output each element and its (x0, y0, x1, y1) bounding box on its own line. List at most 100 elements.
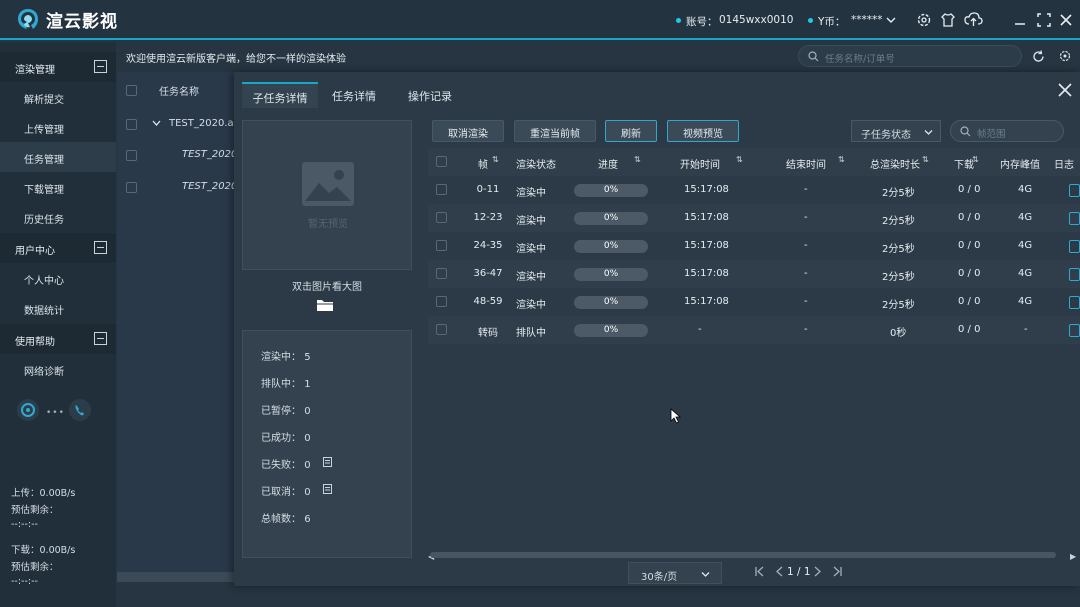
close-window-icon[interactable] (1058, 12, 1074, 28)
row-checkbox[interactable] (436, 212, 447, 223)
video-preview-button[interactable]: 视频预览 (667, 120, 739, 142)
close-dialog-icon[interactable] (1058, 83, 1072, 97)
task-name[interactable]: TEST_2020.ae (169, 118, 240, 129)
row-checkbox[interactable] (436, 184, 447, 195)
page-size-select[interactable]: 30条/页 (628, 562, 722, 584)
stat-rendering: 渲染中： 5 (261, 348, 311, 363)
progress-bar: 0% (574, 212, 648, 225)
sort-icon[interactable]: ⇅ (492, 155, 499, 164)
collapse-toggle-icon[interactable] (94, 241, 107, 254)
sidebar-item-statistics[interactable]: 数据统计 (0, 293, 116, 323)
horizontal-scrollbar[interactable] (430, 552, 1056, 558)
row-checkbox[interactable] (436, 268, 447, 279)
cell-duration: 2分5秒 (882, 216, 915, 227)
upload-speed: 上传：0.00B/s (11, 485, 75, 499)
last-page-icon[interactable] (832, 566, 843, 577)
subtask-checkbox[interactable] (126, 150, 137, 161)
minimize-icon[interactable] (1012, 12, 1028, 28)
sidebar-group-user[interactable]: 用户中心 (0, 233, 116, 263)
sidebar-item-tasks[interactable]: 任务管理 (0, 142, 116, 172)
chevron-down-icon[interactable] (886, 16, 896, 24)
scroll-right-icon[interactable]: ▶ (1070, 552, 1076, 561)
sidebar-item-download[interactable]: 下载管理 (0, 172, 116, 202)
stat-label: 已暂停： (261, 406, 301, 417)
first-page-icon[interactable] (754, 566, 765, 577)
settings-small-icon[interactable] (1059, 50, 1071, 62)
col-end-time[interactable]: 结束时间 (786, 156, 826, 171)
cloud-upload-icon[interactable] (964, 11, 983, 28)
skin-shirt-icon[interactable] (940, 12, 956, 28)
download-label: 下载： (11, 545, 40, 556)
select-all-checkbox[interactable] (126, 85, 137, 96)
settings-gear-icon[interactable] (916, 12, 932, 28)
sidebar-item-upload[interactable]: 上传管理 (0, 112, 116, 142)
phone-icon[interactable] (68, 398, 92, 422)
sidebar-item-history[interactable]: 历史任务 (0, 202, 116, 232)
col-frame[interactable]: 帧 (478, 156, 488, 171)
tab-subtask-detail[interactable]: 子任务详情 (242, 82, 318, 108)
log-icon[interactable] (1069, 268, 1080, 281)
row-checkbox[interactable] (436, 296, 447, 307)
task-checkbox[interactable] (126, 119, 137, 130)
table-row[interactable]: 转码 排队中 0% - - 0秒 0 / 0 - (428, 316, 1080, 344)
sidebar-item-profile[interactable]: 个人中心 (0, 263, 116, 293)
cell-download: 0 / 0 (958, 184, 981, 195)
col-start-time[interactable]: 开始时间 (680, 156, 720, 171)
col-total-duration[interactable]: 总渲染时长 (870, 156, 920, 171)
cell-start-time: - (698, 324, 702, 335)
table-row[interactable]: 48-59 渲染中 0% 15:17:08 - 2分5秒 0 / 0 4G (428, 288, 1080, 316)
select-all-subtasks-checkbox[interactable] (436, 156, 447, 167)
sidebar-item-label: 数据统计 (24, 306, 64, 317)
maximize-icon[interactable] (1036, 12, 1052, 28)
page-size-value: 30条/页 (641, 572, 678, 583)
folder-icon[interactable] (316, 298, 334, 312)
download-remaining-value: --:--:-- (11, 576, 38, 587)
row-checkbox[interactable] (436, 240, 447, 251)
collapse-toggle-icon[interactable] (94, 332, 107, 345)
table-row[interactable]: 36-47 渲染中 0% 15:17:08 - 2分5秒 0 / 0 4G (428, 260, 1080, 288)
stat-label: 已成功： (261, 433, 301, 444)
refresh-button[interactable]: 刷新 (605, 120, 657, 142)
log-icon[interactable] (1069, 296, 1080, 309)
log-icon[interactable] (1069, 240, 1080, 253)
support-headset-icon[interactable] (16, 398, 40, 422)
rerender-frame-button[interactable]: 重渲当前帧 (514, 120, 596, 142)
sidebar-group-render[interactable]: 渲染管理 (0, 52, 116, 82)
refresh-icon[interactable] (1032, 50, 1045, 63)
stat-label: 已取消： (261, 487, 301, 498)
subtask-checkbox[interactable] (126, 182, 137, 193)
cell-status: 渲染中 (516, 272, 546, 283)
sidebar-item-parse-submit[interactable]: 解析提交 (0, 82, 116, 112)
sort-icon[interactable]: ⇅ (838, 155, 845, 164)
sort-icon[interactable]: ⇅ (634, 155, 641, 164)
sidebar-item-network[interactable]: 网络诊断 (0, 354, 116, 384)
log-icon[interactable] (1069, 324, 1080, 337)
tab-operation-log[interactable]: 操作记录 (408, 82, 452, 108)
table-row[interactable]: 12-23 渲染中 0% 15:17:08 - 2分5秒 0 / 0 4G (428, 204, 1080, 232)
log-icon[interactable] (1069, 184, 1080, 197)
download-speed-value: 0.00B/s (39, 545, 76, 556)
sort-icon[interactable]: ⇅ (736, 155, 743, 164)
prev-page-icon[interactable] (775, 566, 784, 577)
task-list-scrollbar[interactable] (117, 572, 237, 582)
sort-icon[interactable]: ⇅ (972, 155, 979, 164)
expand-chevron-icon[interactable] (152, 119, 161, 127)
subtask-status-select[interactable]: 子任务状态 (851, 120, 941, 142)
sort-icon[interactable]: ⇅ (922, 155, 929, 164)
table-row[interactable]: 24-35 渲染中 0% 15:17:08 - 2分5秒 0 / 0 4G (428, 232, 1080, 260)
log-icon[interactable] (1069, 212, 1080, 225)
sidebar-group-help[interactable]: 使用帮助 (0, 324, 116, 354)
subtask-stats-panel: 渲染中： 5 排队中： 1 已暂停： 0 已成功： 0 已失败： 0 已取消： … (242, 330, 412, 558)
tab-task-detail[interactable]: 任务详情 (332, 82, 376, 108)
row-checkbox[interactable] (436, 324, 447, 335)
collapse-toggle-icon[interactable] (94, 60, 107, 73)
document-icon[interactable] (323, 484, 332, 494)
preview-panel[interactable]: 暂无预览 (242, 120, 412, 270)
frame-search-input[interactable]: 帧范围 (950, 120, 1064, 142)
table-row[interactable]: 0-11 渲染中 0% 15:17:08 - 2分5秒 0 / 0 4G (428, 176, 1080, 204)
account-label: 账号： (686, 16, 718, 28)
document-icon[interactable] (323, 457, 332, 467)
next-page-icon[interactable] (813, 566, 822, 577)
cancel-render-button[interactable]: 取消渲染 (432, 120, 504, 142)
task-search-input[interactable]: 任务名称/订单号 (798, 45, 1022, 67)
